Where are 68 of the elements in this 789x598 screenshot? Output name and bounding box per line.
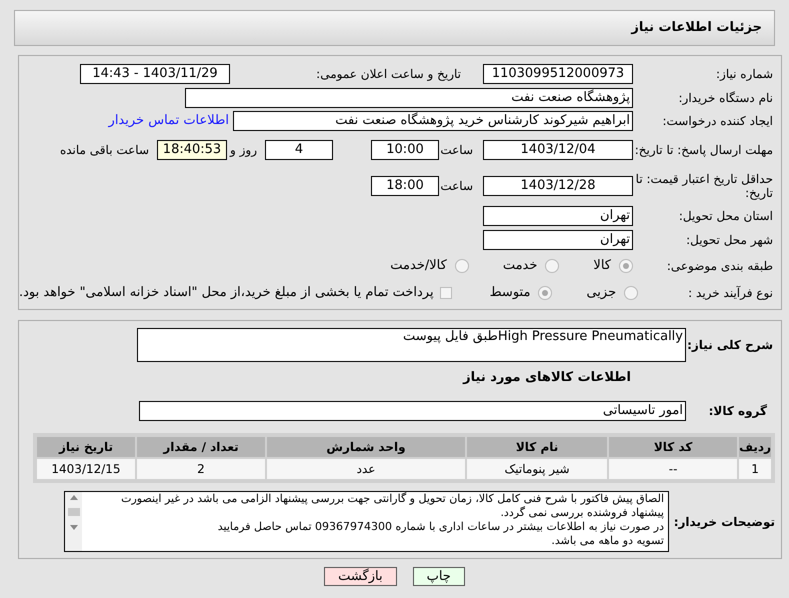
checkbox-label: پرداخت تمام یا بخشی از مبلغ خرید،از محل "اسناد خزانه اسلامی" خواهد بود. [19,284,434,302]
text-field[interactable]: 18:00 [371,176,439,196]
text-field[interactable]: تهران [483,230,633,250]
field-label: گروه کالا: [708,404,768,418]
buyer-notes-field[interactable] [64,491,669,552]
field-label: ساعت باقی مانده [60,143,150,157]
field-label: حداقل تاریخ اعتبار قیمت: تا تاریخ: [634,172,774,200]
column-header: ردیف [739,437,771,457]
column-header: تعداد / مقدار [137,437,265,457]
print-button[interactable]: چاپ [412,567,465,586]
field-label: نام دستگاه خریدار: [678,90,774,104]
text-field[interactable]: ابراهیم شیرکوند کارشناس خرید پژوهشگاه صنعت نفت [233,110,633,130]
buyer-contact-link[interactable]: اطلاعات تماس خریدار [108,110,229,130]
radio-button[interactable] [454,258,469,272]
field-label: ایجاد کننده درخواست: [661,114,774,128]
field-label: ساعت [439,179,474,193]
back-button[interactable]: بازگشت [324,567,397,586]
radio-label: متوسط [490,284,530,302]
column-header: تاریخ نیاز [37,437,135,457]
scrollbar[interactable] [65,492,82,551]
text-field[interactable]: 1403/12/04 [483,140,633,160]
radio-button[interactable] [624,286,638,300]
field-label: شهر محل تحویل: [685,233,774,247]
field-label: توضیحات خریدار: [672,514,776,528]
field-label: مهلت ارسال پاسخ: تا تاریخ: [634,143,774,157]
table-cell: 2 [137,459,265,479]
description-field[interactable]: High Pressure Pneumaticallyطبق فایل پیوست [137,328,686,362]
scroll-down-icon[interactable] [70,524,78,530]
field-label: استان محل تحویل: [678,209,774,223]
field-label: تاریخ و ساعت اعلان عمومی: [315,67,462,81]
radio-label: خدمت [502,256,538,275]
radio-button[interactable] [619,258,633,272]
radio-button[interactable] [545,258,560,272]
radio-label: کالا [593,256,611,275]
note-line: در صورت نیاز به اطلاعات بیشتر در ساعات اداری با شماره 09367974300 تماس حاصل فرمایید [216,520,664,534]
table-cell: شیر پنوماتیک [467,459,608,479]
radio-label: جزیی [586,284,616,302]
scroll-thumb[interactable] [68,508,80,516]
page-title: جزئیات اطلاعات نیاز [631,19,762,38]
text-field[interactable]: 10:00 [371,140,439,160]
text-field[interactable]: 1403/11/29 - 14:43 [80,64,230,84]
field-label: طبقه بندی موضوعی: [666,258,774,272]
field-label: نوع فرآیند خرید : [687,286,774,300]
column-header: کد کالا [609,437,738,457]
column-header: واحد شمارش [267,437,465,457]
table-cell: عدد [267,459,465,479]
radio-button[interactable] [538,286,552,300]
field-label: شرح کلی نیاز: [686,338,774,352]
text-field[interactable]: 1103099512000973 [483,64,633,84]
radio-label: کالا/خدمت [390,256,447,275]
checkbox[interactable] [440,286,452,298]
text-field[interactable]: 18:40:53 [157,140,227,160]
note-line: الصاق پیش فاکتور با شرح فنی کامل کالا، زمان تحویل و گارانتی جهت بررسی پیشنهاد الزامی می باشد در غیر اینصورت پیشنهاد فروشنده بررسی نمی گردد. [120,492,664,520]
field-label: روز و [228,143,258,157]
text-field[interactable]: پژوهشگاه صنعت نفت [185,88,633,108]
text-field[interactable]: امور تاسیساتی [139,401,686,421]
note-line: تسویه دو ماهه می باشد. [550,534,664,548]
text-field[interactable]: 4 [265,140,333,160]
table-cell: 1403/12/15 [37,459,135,479]
column-header: نام کالا [467,437,608,457]
table-cell: 1 [739,459,771,479]
text-field[interactable]: 1403/12/28 [483,176,633,196]
scroll-up-icon[interactable] [70,495,78,500]
section-heading: اطلاعات کالاهای مورد نیاز [463,369,631,388]
field-label: ساعت [439,143,474,157]
field-label: شماره نیاز: [715,67,774,81]
text-field[interactable]: تهران [483,206,633,226]
table-cell: -- [609,459,738,479]
